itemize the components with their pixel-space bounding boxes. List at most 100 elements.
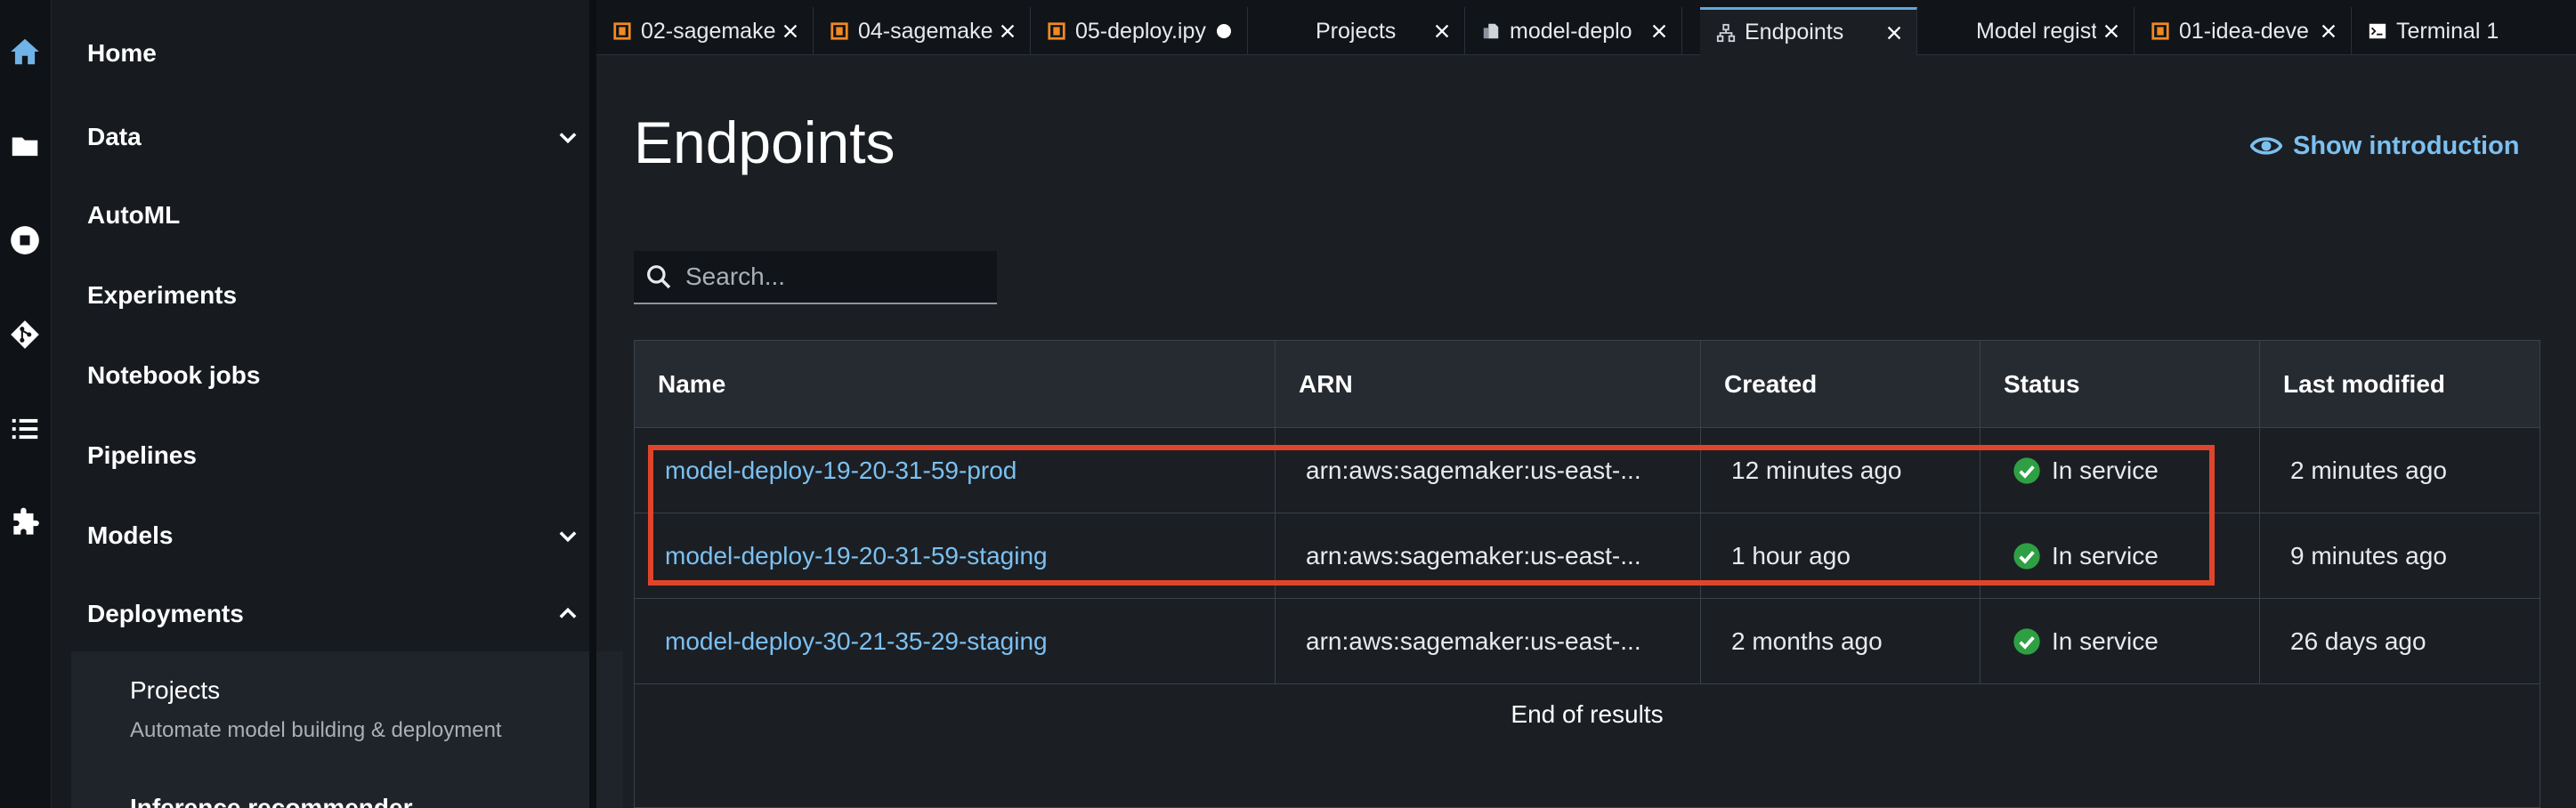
search-field[interactable]: [634, 251, 997, 304]
sidebar-item-notebook-jobs[interactable]: Notebook jobs: [87, 349, 603, 402]
endpoint-status: In service: [1981, 513, 2260, 599]
column-header-created[interactable]: Created: [1701, 341, 1981, 428]
tab-label: 05-deploy.ipy: [1075, 18, 1206, 44]
tab-label: 02-sagemake: [641, 18, 775, 44]
eye-icon: [2250, 137, 2282, 155]
sidebar-item-label: Data: [87, 123, 142, 150]
tab-label: Projects: [1316, 18, 1397, 44]
sidebar-item-label: Home: [87, 39, 157, 67]
tab-projects[interactable]: Projects: [1248, 7, 1465, 55]
notebook-icon: [2151, 22, 2169, 40]
stop-circle-icon[interactable]: [5, 221, 45, 260]
table-header: Name ARN Created Status Last modified: [635, 341, 2540, 428]
endpoint-arn: arn:aws:sagemaker:us-east-...: [1276, 599, 1701, 684]
sidebar-item-label: Notebook jobs: [87, 361, 261, 389]
git-icon[interactable]: [5, 315, 45, 354]
endpoint-arn: arn:aws:sagemaker:us-east-...: [1276, 428, 1701, 513]
endpoint-created: 1 hour ago: [1701, 513, 1981, 599]
endpoint-status: In service: [1981, 599, 2260, 684]
sidebar: Home Data AutoML Experiments Notebook jo…: [52, 0, 623, 808]
tab-02-sagemaker[interactable]: 02-sagemake: [596, 7, 814, 55]
endpoint-last-modified: 26 days ago: [2290, 627, 2426, 655]
end-of-results: End of results: [1511, 700, 1664, 728]
sidebar-item-pipelines[interactable]: Pipelines: [87, 429, 603, 482]
search-icon: [647, 265, 671, 289]
tab-label: Endpoints: [1745, 20, 1844, 44]
tab-05-deploy[interactable]: 05-deploy.ipy: [1031, 7, 1248, 55]
folder-icon[interactable]: [5, 126, 45, 166]
tab-endpoints[interactable]: Endpoints: [1700, 7, 1917, 55]
chevron-down-icon: [559, 531, 577, 543]
sidebar-item-label: Pipelines: [87, 441, 197, 469]
endpoint-name-link[interactable]: model-deploy-19-20-31-59-prod: [635, 428, 1276, 513]
close-icon[interactable]: [2102, 21, 2121, 41]
notebook-icon: [1048, 22, 1065, 40]
sidebar-subitem-description: Automate model building & deployment: [130, 718, 502, 742]
sidebar-item-models[interactable]: Models: [87, 509, 603, 562]
list-icon[interactable]: [5, 409, 45, 448]
chevron-down-icon: [559, 133, 577, 144]
tab-label: Model registr: [1976, 18, 2096, 44]
show-introduction-label: Show introduction: [2293, 131, 2520, 160]
close-icon[interactable]: [1884, 23, 1904, 43]
notebook-icon: [830, 22, 848, 40]
endpoint-created: 2 months ago: [1701, 599, 1981, 684]
column-header-name[interactable]: Name: [635, 341, 1276, 428]
close-icon[interactable]: [1432, 21, 1452, 41]
status-badge: In service: [2052, 457, 2159, 484]
table-row[interactable]: model-deploy-19-20-31-59-prod arn:aws:sa…: [635, 428, 2540, 513]
notebook-icon: [613, 22, 631, 40]
activity-rail: [0, 0, 52, 808]
sidebar-item-label: AutoML: [87, 201, 181, 229]
sidebar-item-deployments[interactable]: Deployments: [87, 587, 603, 641]
close-icon[interactable]: [998, 21, 1017, 41]
sidebar-subitem-inference-recommender[interactable]: Inference recommender: [130, 794, 412, 808]
sidebar-item-label: Deployments: [87, 600, 244, 627]
unsaved-dot-icon[interactable]: [1217, 24, 1231, 38]
search-input[interactable]: [685, 263, 979, 291]
sidebar-item-label: Experiments: [87, 281, 238, 309]
sidebar-item-home[interactable]: Home: [87, 27, 603, 80]
close-icon[interactable]: [2319, 21, 2338, 41]
tab-model-deploy[interactable]: model-deplo: [1465, 7, 1682, 55]
endpoint-name-link[interactable]: model-deploy-30-21-35-29-staging: [635, 599, 1276, 684]
table-row[interactable]: model-deploy-19-20-31-59-staging arn:aws…: [635, 513, 2540, 599]
sidebar-item-automl[interactable]: AutoML: [87, 189, 603, 242]
tab-model-registry[interactable]: Model registr: [1917, 7, 2135, 55]
home-icon[interactable]: [5, 32, 45, 71]
tab-04-sagemaker[interactable]: 04-sagemake: [814, 7, 1031, 55]
status-badge: In service: [2052, 627, 2159, 655]
blank-icon: [1264, 21, 1284, 41]
sidebar-item-label: Models: [87, 521, 174, 549]
sidebar-subitem-projects[interactable]: Projects Automate model building & deplo…: [71, 651, 623, 808]
extension-icon[interactable]: [5, 504, 45, 543]
endpoints-icon: [1716, 23, 1736, 42]
check-circle-icon: [2013, 628, 2040, 655]
close-icon[interactable]: [1649, 21, 1669, 41]
endpoint-last-modified: 2 minutes ago: [2290, 457, 2447, 484]
tab-01-idea-dev[interactable]: 01-idea-deve: [2135, 7, 2352, 55]
sidebar-resize-handle[interactable]: [589, 0, 596, 808]
endpoint-arn: arn:aws:sagemaker:us-east-...: [1276, 513, 1701, 599]
table-row[interactable]: model-deploy-30-21-35-29-staging arn:aws…: [635, 599, 2540, 684]
check-circle-icon: [2013, 457, 2040, 484]
tab-label: Terminal 1: [2396, 18, 2499, 44]
sidebar-subitem-title: Projects: [130, 676, 221, 704]
page-title: Endpoints: [634, 109, 895, 175]
blank-icon: [1933, 21, 1953, 41]
chevron-up-icon: [559, 607, 577, 618]
endpoints-table: Name ARN Created Status Last modified mo…: [634, 340, 2540, 808]
column-header-last-modified[interactable]: Last modified: [2260, 341, 2540, 428]
sidebar-item-experiments[interactable]: Experiments: [87, 269, 603, 322]
status-badge: In service: [2052, 542, 2159, 570]
column-header-status[interactable]: Status: [1981, 341, 2260, 428]
tab-label: 04-sagemake: [858, 18, 992, 44]
tab-terminal-1[interactable]: Terminal 1: [2352, 7, 2576, 55]
sidebar-item-data[interactable]: Data: [87, 110, 603, 164]
show-introduction-link[interactable]: Show introduction: [2250, 128, 2520, 164]
endpoint-status: In service: [1981, 428, 2260, 513]
column-header-arn[interactable]: ARN: [1276, 341, 1701, 428]
endpoint-last-modified: 9 minutes ago: [2290, 542, 2447, 570]
endpoint-name-link[interactable]: model-deploy-19-20-31-59-staging: [635, 513, 1276, 599]
close-icon[interactable]: [781, 21, 800, 41]
